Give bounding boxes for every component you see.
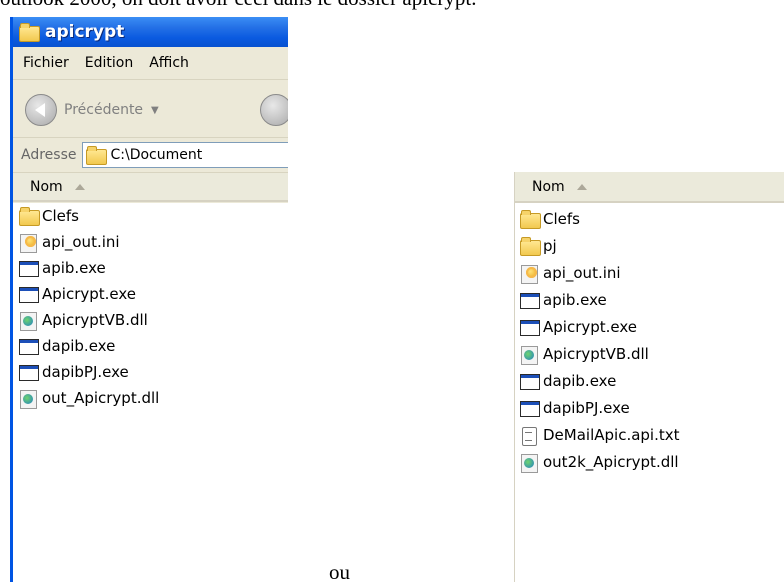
toolbar: Précédente ▼: [13, 80, 288, 138]
address-input[interactable]: C:\Document: [82, 142, 288, 168]
column-header-label: Nom: [30, 178, 63, 195]
exe-icon: [520, 318, 540, 336]
back-button[interactable]: Précédente ▼: [25, 94, 159, 126]
back-arrow-icon: [25, 94, 57, 126]
file-item[interactable]: apib.exe: [13, 255, 288, 281]
file-name: apib.exe: [42, 259, 106, 277]
exe-icon: [520, 399, 540, 417]
folder-icon: [86, 146, 108, 165]
intro-text: outlook 2000, on doit avoir ceci dans le…: [0, 0, 476, 11]
file-name: dapib.exe: [543, 371, 617, 390]
file-name: dapibPJ.exe: [543, 398, 630, 417]
file-item[interactable]: apib.exe: [515, 286, 784, 313]
folder-icon: [520, 209, 541, 229]
file-name: ApicryptVB.dll: [42, 311, 148, 329]
folder-icon: [19, 207, 40, 226]
dll-icon: [19, 389, 39, 409]
file-item[interactable]: dapibPJ.exe: [515, 394, 784, 421]
file-name: ApicryptVB.dll: [543, 344, 649, 363]
file-name: api_out.ini: [42, 233, 120, 251]
file-item[interactable]: DeMailApic.api.txt: [515, 421, 784, 448]
file-name: out_Apicrypt.dll: [42, 389, 160, 407]
file-name: out2k_Apicrypt.dll: [543, 452, 679, 471]
file-item[interactable]: ApicryptVB.dll: [13, 307, 288, 333]
file-name: pj: [543, 236, 557, 255]
file-item[interactable]: dapibPJ.exe: [13, 359, 288, 385]
file-item[interactable]: dapib.exe: [515, 367, 784, 394]
folder-icon: [520, 236, 541, 256]
file-item[interactable]: api_out.ini: [13, 229, 288, 255]
explorer-window-left: apicrypt Fichier Edition Affich Précéden…: [10, 17, 288, 582]
file-name: DeMailApic.api.txt: [543, 425, 680, 444]
exe-icon: [520, 291, 540, 309]
menu-bar: Fichier Edition Affich: [13, 47, 288, 80]
file-item[interactable]: out_Apicrypt.dll: [13, 385, 288, 411]
file-name: dapib.exe: [42, 337, 116, 355]
title-bar[interactable]: apicrypt: [13, 17, 288, 47]
file-item[interactable]: out2k_Apicrypt.dll: [515, 448, 784, 475]
file-name: Apicrypt.exe: [42, 285, 137, 303]
file-name: Apicrypt.exe: [543, 317, 638, 336]
text-file-icon: [520, 426, 540, 446]
file-item[interactable]: ApicryptVB.dll: [515, 340, 784, 367]
menu-item-fichier[interactable]: Fichier: [23, 55, 69, 71]
address-label: Adresse: [21, 147, 77, 163]
back-button-label: Précédente: [64, 102, 144, 118]
file-item[interactable]: Apicrypt.exe: [515, 313, 784, 340]
exe-icon: [19, 363, 39, 381]
exe-icon: [19, 285, 39, 303]
ini-file-icon: [520, 264, 540, 284]
ini-file-icon: [19, 233, 39, 253]
file-name: dapibPJ.exe: [42, 363, 129, 381]
dll-icon: [520, 345, 540, 365]
window-title: apicrypt: [45, 22, 125, 42]
address-bar: Adresse C:\Document: [13, 138, 288, 173]
exe-icon: [19, 259, 39, 277]
ou-text: ou: [329, 560, 350, 584]
explorer-window-right: Nom Clefs pj api_out.ini apib.exe Apicry…: [514, 172, 784, 582]
column-header-name[interactable]: Nom: [13, 173, 288, 202]
file-item[interactable]: pj: [515, 232, 784, 259]
file-item[interactable]: Clefs: [515, 205, 784, 232]
menu-item-affichage[interactable]: Affich: [149, 55, 189, 71]
forward-arrow-icon[interactable]: [260, 94, 288, 126]
file-item[interactable]: Apicrypt.exe: [13, 281, 288, 307]
dll-icon: [19, 311, 39, 331]
dll-icon: [520, 453, 540, 473]
file-item[interactable]: api_out.ini: [515, 259, 784, 286]
column-header-label: Nom: [532, 178, 565, 195]
folder-icon: [19, 23, 40, 42]
file-list: Clefs pj api_out.ini apib.exe Apicrypt.e…: [515, 205, 784, 582]
file-item[interactable]: Clefs: [13, 203, 288, 229]
chevron-down-icon[interactable]: ▼: [151, 105, 159, 116]
exe-icon: [19, 337, 39, 355]
file-name: api_out.ini: [543, 263, 621, 282]
file-name: Clefs: [543, 209, 580, 228]
column-header-name[interactable]: Nom: [515, 172, 784, 203]
file-name: apib.exe: [543, 290, 607, 309]
exe-icon: [520, 372, 540, 390]
sort-ascending-icon: [74, 183, 85, 190]
address-value: C:\Document: [110, 147, 203, 163]
file-name: Clefs: [42, 207, 79, 225]
menu-item-edition[interactable]: Edition: [85, 55, 133, 71]
file-list: Clefs api_out.ini apib.exe Apicrypt.exe …: [13, 203, 288, 582]
sort-ascending-icon: [576, 183, 587, 190]
file-item[interactable]: dapib.exe: [13, 333, 288, 359]
